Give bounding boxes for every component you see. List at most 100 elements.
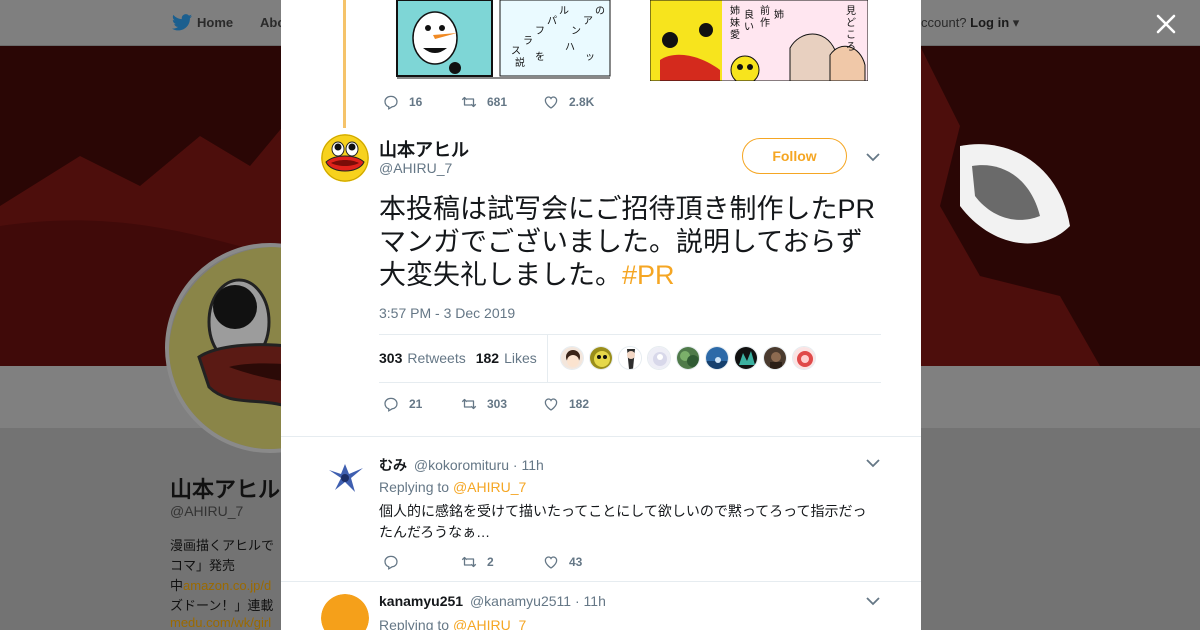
like-count: 2.8K	[569, 95, 595, 109]
liker-avatar[interactable]	[734, 346, 758, 370]
like-stat[interactable]: 182 Likes	[476, 350, 537, 366]
stats-divider-bottom	[379, 382, 881, 383]
login-link[interactable]: Log in	[970, 15, 1009, 30]
retweet-stat[interactable]: 303 Retweets	[379, 350, 466, 366]
reply-avatar[interactable]	[321, 456, 369, 504]
stats-vertical-divider	[547, 335, 548, 382]
liker-avatar[interactable]	[705, 346, 729, 370]
retweet-count: 2	[487, 555, 494, 569]
chevron-down-icon[interactable]	[866, 153, 880, 162]
replying-to: Replying to @AHIRU_7	[379, 617, 526, 630]
heart-icon	[544, 398, 558, 411]
like-action[interactable]: 182	[542, 395, 589, 413]
retweet-count: 681	[487, 95, 508, 109]
retweet-stat-count: 303	[379, 350, 403, 366]
reply-separator	[281, 581, 921, 582]
svg-text:前: 前	[760, 4, 770, 17]
like-action[interactable]: 2.8K	[542, 93, 594, 111]
stats-divider-top	[379, 334, 881, 335]
svg-text:作: 作	[760, 17, 770, 29]
nav-home[interactable]: Home	[197, 15, 233, 30]
svg-text:い: い	[744, 22, 754, 33]
reply-actions: 2 43	[382, 553, 582, 571]
bio-text: 漫画描くアヒルで	[170, 538, 275, 553]
retweet-action[interactable]: 681	[460, 93, 542, 111]
replying-to-link[interactable]: @AHIRU_7	[453, 479, 526, 495]
svg-text:を: を	[535, 51, 545, 63]
svg-text:妹: 妹	[730, 17, 740, 29]
retweet-action[interactable]: 303	[460, 395, 542, 413]
svg-text:ル: ル	[559, 6, 569, 17]
retweet-icon	[461, 556, 477, 568]
author-handle[interactable]: @AHIRU_7	[379, 160, 452, 176]
profile-bio-line: 中amazon.co.jp/d	[170, 575, 271, 594]
liker-avatar[interactable]	[647, 346, 671, 370]
svg-text:の: の	[595, 6, 605, 17]
liker-avatar[interactable]	[792, 346, 816, 370]
svg-text:ろ: ろ	[846, 42, 856, 53]
svg-text:ン: ン	[571, 26, 581, 37]
hashtag-link[interactable]: #PR	[622, 260, 675, 290]
retweet-icon	[461, 96, 477, 108]
manga-image-right[interactable]: 姉妹愛 良い 前作姉 見どころ	[650, 0, 868, 81]
login-prompt: ccount? Log in ▾	[921, 15, 1020, 30]
tweet-text: 本投稿は試写会にご招待頂き制作したPRマンガでございました。説明しておらず大変失…	[379, 193, 889, 292]
replying-label: Replying to	[379, 479, 450, 495]
chevron-down-icon[interactable]	[866, 597, 880, 606]
reply-count: 21	[409, 397, 423, 411]
svg-text:見: 見	[846, 5, 856, 17]
retweet-icon	[461, 398, 477, 410]
liker-avatar[interactable]	[589, 346, 613, 370]
retweet-count: 303	[487, 397, 508, 411]
svg-text:説: 説	[515, 56, 525, 69]
retweet-action[interactable]: 2	[460, 553, 542, 571]
reply-author-name[interactable]: むみ	[379, 457, 407, 473]
tweet-modal: のアン ルパフ ラスを 説ハッ 姉妹愛 良い 前作姉 見どころ 16 681 2…	[281, 0, 921, 630]
reply-avatar[interactable]	[321, 594, 369, 630]
tweet-timestamp[interactable]: 3:57 PM - 3 Dec 2019	[379, 305, 515, 321]
svg-text:ッ: ッ	[585, 52, 595, 63]
reply-author-handle[interactable]: @kanamyu2511	[470, 593, 571, 609]
svg-text:こ: こ	[846, 30, 856, 41]
bio-link[interactable]: amazon.co.jp/d	[183, 578, 271, 593]
reply-time[interactable]: 11h	[521, 457, 543, 473]
like-stat-count: 182	[475, 350, 500, 366]
close-icon[interactable]	[1152, 10, 1180, 38]
like-count: 182	[569, 397, 590, 411]
svg-text:ス: ス	[511, 46, 521, 57]
like-action[interactable]: 43	[542, 553, 582, 571]
prev-tweet-actions: 16 681 2.8K	[382, 93, 594, 111]
retweet-stat-label: Retweets	[407, 350, 466, 366]
manga-image-left[interactable]: のアン ルパフ ラス を 説 ハッ	[395, 0, 615, 81]
twitter-bird-icon[interactable]	[172, 14, 192, 31]
reply-action[interactable]: 16	[382, 93, 460, 111]
replying-to: Replying to @AHIRU_7	[379, 479, 526, 495]
liker-avatar[interactable]	[618, 346, 642, 370]
reply-icon	[384, 95, 398, 110]
bio-text: ズドーン！」連載	[170, 598, 274, 613]
svg-text:良: 良	[744, 8, 754, 21]
reply-author-handle[interactable]: @kokoromituru	[414, 457, 509, 473]
liker-avatar[interactable]	[560, 346, 584, 370]
svg-text:パ: パ	[547, 15, 557, 27]
author-name[interactable]: 山本アヒル	[379, 136, 469, 162]
tweet-actions: 21 303 182	[382, 395, 589, 413]
reply-time[interactable]: 11h	[584, 593, 606, 609]
author-avatar[interactable]	[321, 134, 369, 182]
replying-label: Replying to	[379, 617, 450, 630]
replying-to-link[interactable]: @AHIRU_7	[453, 617, 526, 630]
reply-action[interactable]: 21	[382, 395, 460, 413]
bio-text: 中	[170, 578, 184, 593]
bio-link[interactable]: medu.com/wk/girl	[170, 615, 271, 630]
bio-text: コマ」発売	[170, 558, 236, 573]
reply-icon	[384, 397, 398, 412]
reply-author-name[interactable]: kanamyu251	[379, 593, 463, 609]
liker-avatar[interactable]	[763, 346, 787, 370]
follow-button[interactable]: Follow	[742, 138, 847, 174]
reply-action[interactable]	[382, 553, 460, 571]
liker-avatar[interactable]	[676, 346, 700, 370]
reply-icon	[384, 555, 398, 570]
chevron-down-icon[interactable]	[866, 459, 880, 468]
svg-text:姉: 姉	[774, 8, 784, 21]
svg-text:ア: ア	[583, 16, 593, 27]
